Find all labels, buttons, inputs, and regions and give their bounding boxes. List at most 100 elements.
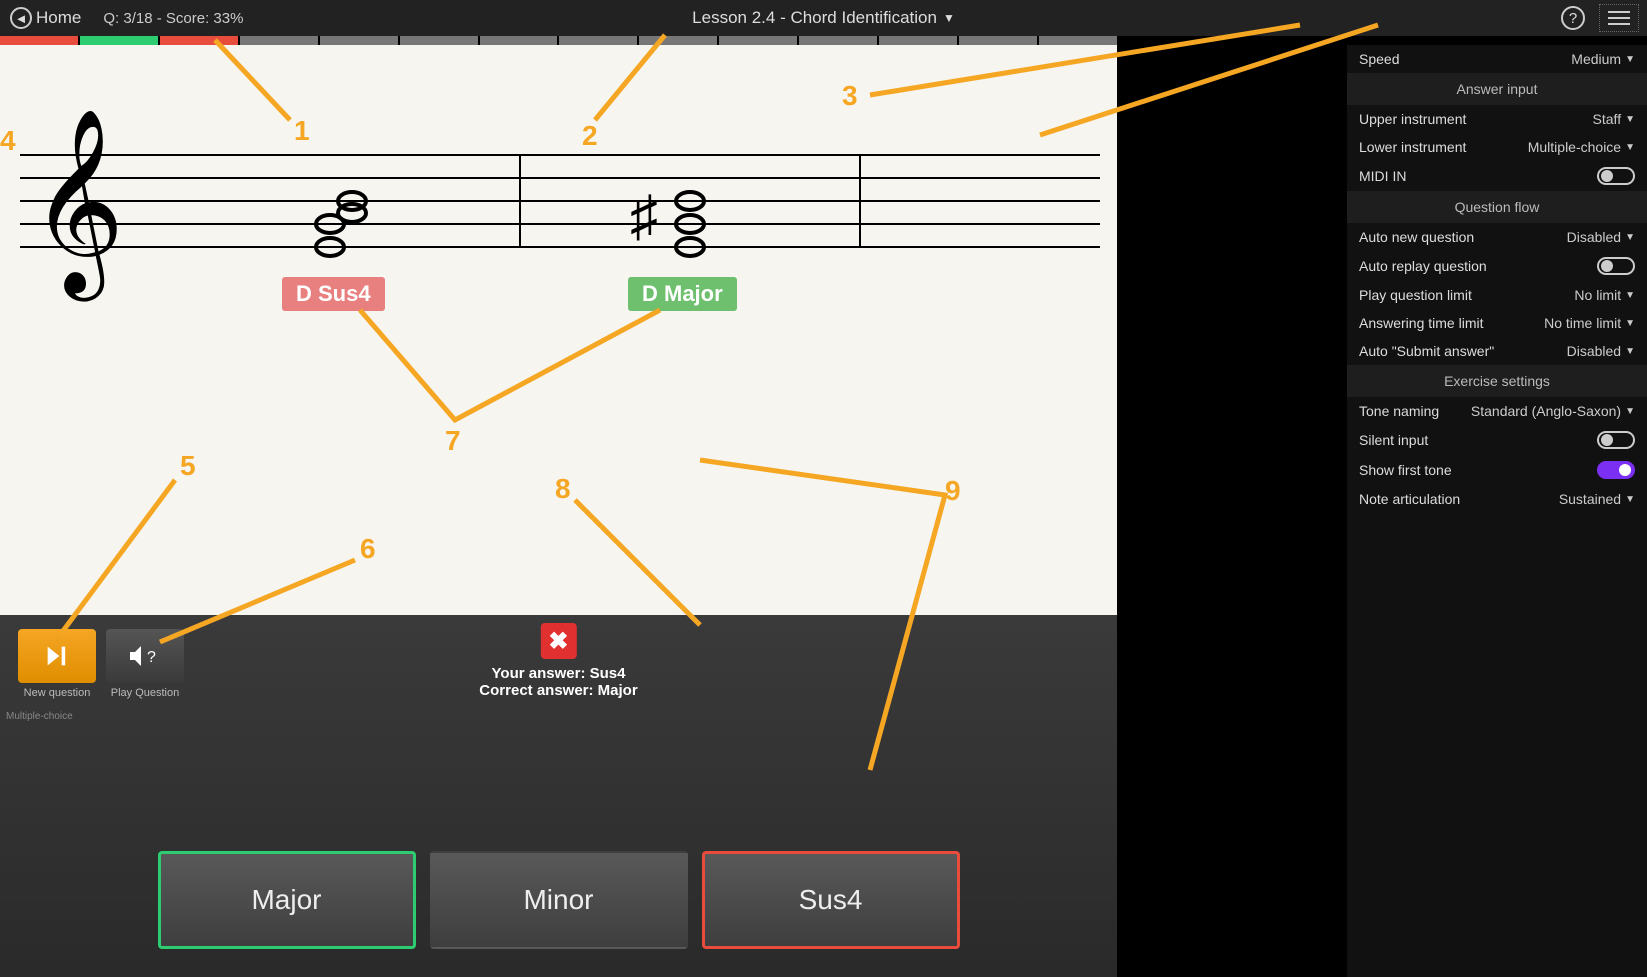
music-staff: 𝄞 ♯ bbox=[0, 45, 1117, 615]
chevron-down-icon: ▼ bbox=[1625, 114, 1635, 125]
silent-toggle[interactable] bbox=[1597, 431, 1635, 449]
chevron-down-icon: ▼ bbox=[1625, 54, 1635, 65]
progress-segment bbox=[0, 36, 78, 45]
result-feedback: ✖ Your answer: Sus4 Correct answer: Majo… bbox=[479, 623, 637, 699]
lower-value: Multiple-choice bbox=[1528, 139, 1621, 155]
multiple-choice-label: Multiple-choice bbox=[6, 711, 73, 722]
upper-value: Staff bbox=[1593, 111, 1622, 127]
progress-segment bbox=[959, 36, 1037, 45]
play-limit-value: No limit bbox=[1574, 287, 1621, 303]
question-score: Q: 3/18 - Score: 33% bbox=[103, 10, 243, 27]
ans-time-label: Answering time limit bbox=[1359, 315, 1483, 331]
ans-time-value: No time limit bbox=[1544, 315, 1621, 331]
lesson-title-text: Lesson 2.4 - Chord Identification bbox=[692, 8, 937, 28]
settings-panel: Speed Medium ▼ Answer input Upper instrum… bbox=[1347, 45, 1647, 977]
home-label: Home bbox=[36, 8, 81, 28]
setting-midi-in[interactable]: MIDI IN bbox=[1347, 161, 1647, 191]
chevron-down-icon: ▼ bbox=[943, 11, 955, 25]
speed-label: Speed bbox=[1359, 51, 1399, 67]
control-bar: ? New question Play Question Multiple-ch… bbox=[0, 615, 1117, 977]
correct-answer-value: Major bbox=[598, 682, 638, 699]
new-question-label: New question bbox=[18, 687, 96, 699]
progress-segment bbox=[559, 36, 637, 45]
auto-submit-label: Auto "Submit answer" bbox=[1359, 343, 1494, 359]
auto-new-value: Disabled bbox=[1567, 229, 1621, 245]
silent-label: Silent input bbox=[1359, 432, 1428, 448]
progress-segment bbox=[80, 36, 158, 45]
setting-auto-new[interactable]: Auto new question Disabled ▼ bbox=[1347, 223, 1647, 251]
hamburger-menu-icon[interactable] bbox=[1599, 4, 1639, 32]
answer-input-header: Answer input bbox=[1347, 73, 1647, 105]
correct-answer-prefix: Correct answer: bbox=[479, 682, 597, 699]
play-question-button[interactable]: ? bbox=[106, 629, 184, 683]
midi-label: MIDI IN bbox=[1359, 168, 1406, 184]
next-icon bbox=[43, 642, 71, 670]
chevron-down-icon: ▼ bbox=[1625, 232, 1635, 243]
your-answer-value: Sus4 bbox=[590, 665, 626, 682]
chevron-down-icon: ▼ bbox=[1625, 406, 1635, 417]
progress-segment bbox=[320, 36, 398, 45]
progress-segment bbox=[160, 36, 238, 45]
lower-label: Lower instrument bbox=[1359, 139, 1466, 155]
answer-major[interactable]: Major bbox=[158, 851, 416, 949]
svg-text:♯: ♯ bbox=[630, 186, 658, 248]
question-flow-header: Question flow bbox=[1347, 191, 1647, 223]
show-first-label: Show first tone bbox=[1359, 462, 1452, 478]
staff-area: 𝄞 ♯ D Sus4 D Major bbox=[0, 45, 1117, 615]
chevron-down-icon: ▼ bbox=[1625, 290, 1635, 301]
back-arrow-icon: ◄ bbox=[10, 7, 32, 29]
progress-segment bbox=[1039, 36, 1117, 45]
tone-naming-label: Tone naming bbox=[1359, 403, 1439, 419]
your-answer-prefix: Your answer: bbox=[492, 665, 590, 682]
play-question-label: Play Question bbox=[106, 687, 184, 699]
chevron-down-icon: ▼ bbox=[1625, 142, 1635, 153]
progress-segment bbox=[719, 36, 797, 45]
home-button[interactable]: ◄ Home bbox=[0, 7, 91, 29]
setting-auto-replay[interactable]: Auto replay question bbox=[1347, 251, 1647, 281]
top-bar: ◄ Home Q: 3/18 - Score: 33% Lesson 2.4 -… bbox=[0, 0, 1647, 36]
setting-play-limit[interactable]: Play question limit No limit ▼ bbox=[1347, 281, 1647, 309]
play-limit-label: Play question limit bbox=[1359, 287, 1472, 303]
setting-lower-instrument[interactable]: Lower instrument Multiple-choice ▼ bbox=[1347, 133, 1647, 161]
treble-clef-icon: 𝄞 bbox=[30, 111, 125, 302]
speed-value: Medium bbox=[1571, 51, 1621, 67]
answer-minor[interactable]: Minor bbox=[430, 851, 688, 949]
chord-right-notes: ♯ bbox=[630, 186, 704, 256]
articulation-value: Sustained bbox=[1559, 491, 1621, 507]
chevron-down-icon: ▼ bbox=[1625, 318, 1635, 329]
svg-text:?: ? bbox=[147, 649, 156, 666]
auto-replay-label: Auto replay question bbox=[1359, 258, 1487, 274]
progress-segment bbox=[799, 36, 877, 45]
auto-new-label: Auto new question bbox=[1359, 229, 1474, 245]
setting-silent-input[interactable]: Silent input bbox=[1347, 425, 1647, 455]
show-first-toggle[interactable] bbox=[1597, 461, 1635, 479]
progress-segment bbox=[879, 36, 957, 45]
chevron-down-icon: ▼ bbox=[1625, 494, 1635, 505]
speaker-question-icon: ? bbox=[128, 642, 162, 670]
setting-upper-instrument[interactable]: Upper instrument Staff▼ bbox=[1347, 105, 1647, 133]
midi-toggle[interactable] bbox=[1597, 167, 1635, 185]
new-question-button[interactable] bbox=[18, 629, 96, 683]
progress-bar bbox=[0, 36, 1117, 45]
setting-auto-submit[interactable]: Auto "Submit answer" Disabled ▼ bbox=[1347, 337, 1647, 365]
lesson-dropdown[interactable]: Lesson 2.4 - Chord Identification ▼ bbox=[692, 8, 955, 28]
answer-sus4[interactable]: Sus4 bbox=[702, 851, 960, 949]
setting-show-first-tone[interactable]: Show first tone bbox=[1347, 455, 1647, 485]
auto-replay-toggle[interactable] bbox=[1597, 257, 1635, 275]
exercise-settings-header: Exercise settings bbox=[1347, 365, 1647, 397]
help-icon[interactable]: ? bbox=[1561, 6, 1585, 30]
chevron-down-icon: ▼ bbox=[1625, 346, 1635, 357]
chord-label-user: D Sus4 bbox=[282, 277, 385, 311]
setting-articulation[interactable]: Note articulation Sustained▼ bbox=[1347, 485, 1647, 513]
setting-answer-time[interactable]: Answering time limit No time limit ▼ bbox=[1347, 309, 1647, 337]
progress-segment bbox=[480, 36, 558, 45]
auto-submit-value: Disabled bbox=[1567, 343, 1621, 359]
chord-label-correct: D Major bbox=[628, 277, 737, 311]
tone-naming-value: Standard (Anglo-Saxon) bbox=[1471, 403, 1621, 419]
answer-row: Major Minor Sus4 bbox=[0, 851, 1117, 949]
setting-speed[interactable]: Speed Medium ▼ bbox=[1347, 45, 1647, 73]
setting-tone-naming[interactable]: Tone naming Standard (Anglo-Saxon) ▼ bbox=[1347, 397, 1647, 425]
progress-segment bbox=[400, 36, 478, 45]
wrong-icon: ✖ bbox=[540, 623, 576, 659]
upper-label: Upper instrument bbox=[1359, 111, 1466, 127]
